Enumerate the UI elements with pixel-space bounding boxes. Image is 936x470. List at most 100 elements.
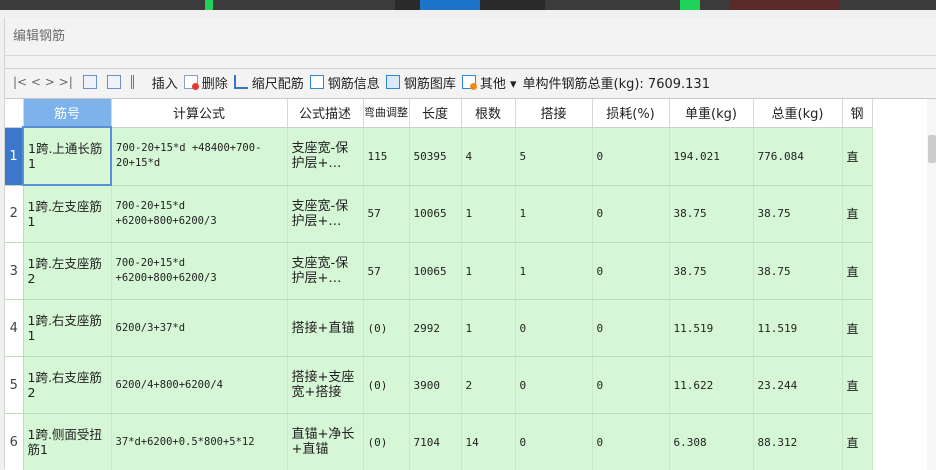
cell-lap[interactable]: 5 <box>515 127 592 185</box>
cell-count[interactable]: 14 <box>461 414 515 470</box>
row-number[interactable]: 1 <box>5 127 23 185</box>
cell-type[interactable]: 直 <box>842 414 872 470</box>
cell-formula[interactable]: 6200/3+37*d <box>111 300 287 357</box>
cell-bend-adjust[interactable]: (0) <box>363 414 409 470</box>
cell-bend-adjust[interactable]: 57 <box>363 185 409 243</box>
cell-length[interactable]: 7104 <box>409 414 461 470</box>
cell-count[interactable]: 2 <box>461 357 515 414</box>
other-dropdown[interactable]: 其他 ▾ <box>462 73 517 92</box>
scale-rebar-button[interactable]: 缩尺配筋 <box>234 73 304 92</box>
cell-unit-weight[interactable]: 194.021 <box>669 127 753 185</box>
cell-length[interactable]: 2992 <box>409 300 461 357</box>
table-row[interactable]: 21跨.左支座筋1700-20+15*d +6200+800+6200/3支座宽… <box>5 185 872 243</box>
cell-formula-desc[interactable]: 直锚+净长+直锚 <box>287 414 363 470</box>
cell-type[interactable]: 直 <box>842 185 872 243</box>
cell-bend-adjust[interactable]: 115 <box>363 127 409 185</box>
vertical-scrollbar[interactable] <box>927 99 936 470</box>
cell-total-weight[interactable]: 23.244 <box>753 357 842 414</box>
header-formula[interactable]: 计算公式 <box>111 99 287 127</box>
rebar-library-button[interactable]: 钢筋图库 <box>386 73 456 92</box>
cell-loss[interactable]: 0 <box>592 414 669 470</box>
header-type[interactable]: 钢 <box>842 99 872 127</box>
rebar-info-button[interactable]: 钢筋信息 <box>310 73 380 92</box>
cell-type[interactable]: 直 <box>842 243 872 300</box>
cell-formula-desc[interactable]: 搭接+直锚 <box>287 300 363 357</box>
cell-unit-weight[interactable]: 11.622 <box>669 357 753 414</box>
header-unit-weight[interactable]: 单重(kg) <box>669 99 753 127</box>
insert-button[interactable]: 插入 <box>131 73 178 92</box>
cell-formula-desc[interactable]: 搭接+支座宽+搭接 <box>287 357 363 414</box>
cell-length[interactable]: 3900 <box>409 357 461 414</box>
cell-total-weight[interactable]: 38.75 <box>753 185 842 243</box>
cell-formula[interactable]: 6200/4+800+6200/4 <box>111 357 287 414</box>
table-row[interactable]: 31跨.左支座筋2700-20+15*d +6200+800+6200/3支座宽… <box>5 243 872 300</box>
cell-bend-adjust[interactable]: (0) <box>363 357 409 414</box>
row-number[interactable]: 5 <box>5 357 23 414</box>
header-lap[interactable]: 搭接 <box>515 99 592 127</box>
cell-loss[interactable]: 0 <box>592 357 669 414</box>
cell-loss[interactable]: 0 <box>592 300 669 357</box>
cell-total-weight[interactable]: 38.75 <box>753 243 842 300</box>
header-bar-number[interactable]: 筋号 <box>23 99 111 127</box>
row-navigation-buttons[interactable]: |< < > >| <box>13 75 73 89</box>
table-row[interactable]: 61跨.侧面受扭筋137*d+6200+0.5*800+5*12直锚+净长+直锚… <box>5 414 872 470</box>
cell-bend-adjust[interactable]: 57 <box>363 243 409 300</box>
cell-total-weight[interactable]: 11.519 <box>753 300 842 357</box>
cell-total-weight[interactable]: 88.312 <box>753 414 842 470</box>
cell-loss[interactable]: 0 <box>592 243 669 300</box>
header-bend-adjust[interactable]: 弯曲调整 <box>363 99 409 127</box>
cell-formula-desc[interactable]: 支座宽-保护层+… <box>287 243 363 300</box>
cell-unit-weight[interactable]: 11.519 <box>669 300 753 357</box>
cell-loss[interactable]: 0 <box>592 127 669 185</box>
row-number[interactable]: 6 <box>5 414 23 470</box>
cell-length[interactable]: 10065 <box>409 243 461 300</box>
cell-unit-weight[interactable]: 38.75 <box>669 243 753 300</box>
header-loss[interactable]: 损耗(%) <box>592 99 669 127</box>
cell-loss[interactable]: 0 <box>592 185 669 243</box>
cell-unit-weight[interactable]: 38.75 <box>669 185 753 243</box>
row-number[interactable]: 3 <box>5 243 23 300</box>
header-count[interactable]: 根数 <box>461 99 515 127</box>
table-row[interactable]: 41跨.右支座筋16200/3+37*d搭接+直锚(0)299210011.51… <box>5 300 872 357</box>
cell-type[interactable]: 直 <box>842 300 872 357</box>
scrollbar-thumb[interactable] <box>928 135 936 163</box>
cell-lap[interactable]: 0 <box>515 300 592 357</box>
cell-bar-number[interactable]: 1跨.右支座筋1 <box>23 300 111 357</box>
cell-formula[interactable]: 700-20+15*d +6200+800+6200/3 <box>111 243 287 300</box>
cell-lap[interactable]: 0 <box>515 414 592 470</box>
row-number[interactable]: 4 <box>5 300 23 357</box>
move-down-button[interactable] <box>107 75 125 89</box>
cell-count[interactable]: 1 <box>461 243 515 300</box>
header-length[interactable]: 长度 <box>409 99 461 127</box>
cell-bar-number[interactable]: 1跨.上通长筋1 <box>23 127 111 185</box>
cell-type[interactable]: 直 <box>842 357 872 414</box>
cell-formula[interactable]: 700-20+15*d +6200+800+6200/3 <box>111 185 287 243</box>
cell-bar-number[interactable]: 1跨.左支座筋1 <box>23 185 111 243</box>
cell-bar-number[interactable]: 1跨.侧面受扭筋1 <box>23 414 111 470</box>
cell-lap[interactable]: 0 <box>515 357 592 414</box>
header-formula-desc[interactable]: 公式描述 <box>287 99 363 127</box>
cell-bar-number[interactable]: 1跨.左支座筋2 <box>23 243 111 300</box>
cell-lap[interactable]: 1 <box>515 185 592 243</box>
row-number[interactable]: 2 <box>5 185 23 243</box>
cell-count[interactable]: 1 <box>461 300 515 357</box>
cell-formula[interactable]: 37*d+6200+0.5*800+5*12 <box>111 414 287 470</box>
header-total-weight[interactable]: 总重(kg) <box>753 99 842 127</box>
cell-type[interactable]: 直 <box>842 127 872 185</box>
cell-formula[interactable]: 700-20+15*d +48400+700-20+15*d <box>111 127 287 185</box>
cell-count[interactable]: 1 <box>461 185 515 243</box>
cell-lap[interactable]: 1 <box>515 243 592 300</box>
cell-unit-weight[interactable]: 6.308 <box>669 414 753 470</box>
cell-length[interactable]: 10065 <box>409 185 461 243</box>
cell-count[interactable]: 4 <box>461 127 515 185</box>
table-row[interactable]: 51跨.右支座筋26200/4+800+6200/4搭接+支座宽+搭接(0)39… <box>5 357 872 414</box>
cell-total-weight[interactable]: 776.084 <box>753 127 842 185</box>
cell-length[interactable]: 50395 <box>409 127 461 185</box>
delete-button[interactable]: 删除 <box>184 73 228 92</box>
cell-formula-desc[interactable]: 支座宽-保护层+… <box>287 185 363 243</box>
cell-bend-adjust[interactable]: (0) <box>363 300 409 357</box>
cell-bar-number[interactable]: 1跨.右支座筋2 <box>23 357 111 414</box>
move-up-button[interactable] <box>83 75 101 89</box>
table-row[interactable]: 11跨.上通长筋1700-20+15*d +48400+700-20+15*d支… <box>5 127 872 185</box>
cell-formula-desc[interactable]: 支座宽-保护层+… <box>287 127 363 185</box>
